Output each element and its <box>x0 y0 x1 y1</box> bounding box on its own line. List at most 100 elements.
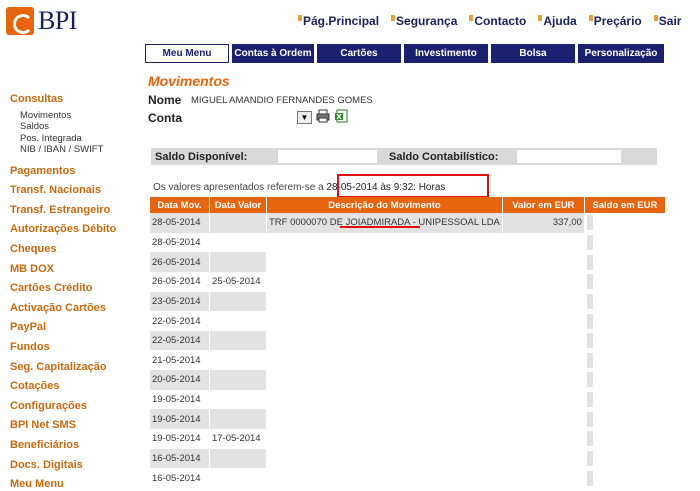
table-row[interactable]: 16-05-2014 <box>150 468 665 488</box>
top-link-ajuda[interactable]: Ajuda <box>538 14 577 28</box>
top-link-pagina-principal[interactable]: Pág.Principal <box>298 14 379 28</box>
sidebar-section-cheques[interactable]: Cheques <box>10 240 145 260</box>
table-row[interactable]: 22-05-2014 <box>150 330 665 351</box>
sidebar: Consultas Movimentos Saldos Pos. Integra… <box>10 90 145 491</box>
tab-meu-menu[interactable]: Meu Menu <box>145 44 229 63</box>
cell-saldo-eur <box>585 233 665 253</box>
sidebar-section-transf-nacionais[interactable]: Transf. Nacionais <box>10 181 145 201</box>
sidebar-section-transf-estrangeiro[interactable]: Transf. Estrangeiro <box>10 201 145 221</box>
tab-personalizacao[interactable]: Personalização <box>578 44 664 63</box>
cell-data-mov: 22-05-2014 <box>152 315 201 327</box>
cell-saldo-eur <box>585 429 665 449</box>
saldo-contabilistico-value <box>517 150 621 163</box>
table-row[interactable]: 19-05-2014 <box>150 390 665 410</box>
sidebar-section-mb-dox[interactable]: MB DOX <box>10 260 145 280</box>
page-title: Movimentos <box>148 73 230 89</box>
saldo-disponivel-value <box>278 150 377 163</box>
sidebar-section-paypal[interactable]: PayPal <box>10 318 145 338</box>
tab-contas-a-ordem[interactable]: Contas à Ordem <box>232 44 314 63</box>
nome-label: Nome <box>148 93 182 107</box>
table-row[interactable]: 21-05-2014 <box>150 350 665 370</box>
flag-icon <box>653 15 658 21</box>
sidebar-section-consultas[interactable]: Consultas <box>10 90 145 110</box>
cell-descricao <box>267 272 502 292</box>
cell-descricao <box>267 468 502 488</box>
cell-data-valor <box>210 291 266 312</box>
values-note-prefix: Os valores apresentados referem-se a <box>153 182 324 193</box>
header-valor-eur[interactable]: Valor em EUR <box>502 197 584 213</box>
top-link-sair[interactable]: Sair <box>653 14 681 28</box>
underline-marker <box>340 226 420 228</box>
cell-saldo-eur <box>585 390 665 410</box>
tab-bolsa[interactable]: Bolsa <box>491 44 575 63</box>
saldo-marker <box>586 470 593 486</box>
header-saldo-eur[interactable]: Saldo em EUR <box>584 197 665 213</box>
cell-saldo-eur <box>585 350 665 370</box>
bpi-logo[interactable]: BPI <box>6 6 77 36</box>
cell-data-mov: 19-05-2014 <box>150 409 209 430</box>
cell-saldo-eur <box>585 272 665 292</box>
sidebar-section-fundos[interactable]: Fundos <box>10 338 145 358</box>
sidebar-section-configuracoes[interactable]: Configurações <box>10 397 145 417</box>
cell-data-mov: 20-05-2014 <box>150 370 209 390</box>
tab-cartoes[interactable]: Cartões <box>317 44 401 63</box>
excel-export-icon[interactable] <box>335 109 349 123</box>
saldo-marker <box>586 372 593 388</box>
table-row[interactable]: 16-05-2014 <box>150 448 665 469</box>
cell-saldo-eur <box>585 331 665 351</box>
main-tabs: Meu Menu Contas à Ordem Cartões Investim… <box>145 44 664 63</box>
top-link-precario[interactable]: Preçário <box>588 14 642 28</box>
table-row[interactable]: 26-05-2014 25-05-2014 <box>150 272 665 292</box>
sidebar-section-seg-capitalizacao[interactable]: Seg. Capitalização <box>10 358 145 378</box>
cell-descricao <box>267 390 502 410</box>
sidebar-section-meu-menu[interactable]: Meu Menu <box>10 475 145 491</box>
saldo-marker <box>586 333 593 349</box>
sidebar-section-beneficiarios[interactable]: Beneficiários <box>10 436 145 456</box>
cell-valor-eur <box>503 292 584 312</box>
cell-data-valor <box>210 233 266 253</box>
header-data-mov[interactable]: Data Mov. <box>150 197 209 213</box>
header-data-valor[interactable]: Data Valor <box>210 197 266 213</box>
header-descricao[interactable]: Descrição do Movimento <box>267 197 502 213</box>
cell-data-mov: 19-05-2014 <box>152 433 201 445</box>
top-link-seguranca[interactable]: Segurança <box>391 14 457 28</box>
sidebar-section-autorizacoes-debito[interactable]: Autorizações Débito <box>10 220 145 240</box>
flag-icon <box>298 15 302 21</box>
sidebar-section-docs-digitais[interactable]: Docs. Digitais <box>10 456 145 476</box>
cell-data-mov: 16-05-2014 <box>152 472 201 484</box>
table-row[interactable]: 23-05-2014 <box>150 291 665 312</box>
cell-data-mov: 19-05-2014 <box>152 394 201 406</box>
tab-investimento[interactable]: Investimento <box>404 44 488 63</box>
cell-saldo-eur <box>585 252 665 272</box>
conta-select[interactable]: ▼ <box>297 111 312 124</box>
cell-data-mov: 22-05-2014 <box>150 330 209 351</box>
saldo-marker <box>586 234 593 250</box>
cell-data-valor <box>210 330 266 351</box>
table-row[interactable]: 19-05-2014 <box>150 409 665 430</box>
sidebar-item-nib-iban-swift[interactable]: NIB / IBAN / SWIFT <box>10 144 145 156</box>
cell-data-valor <box>210 350 266 370</box>
table-row[interactable]: 26-05-2014 <box>150 252 665 272</box>
cell-data-valor: 17-05-2014 <box>212 433 261 445</box>
table-row[interactable]: 19-05-2014 17-05-2014 <box>150 429 665 449</box>
table-row[interactable]: 28-05-2014 TRF 0000070 DE JOIADMIRADA - U… <box>150 213 665 233</box>
cell-data-mov: 28-05-2014 <box>152 236 201 248</box>
sidebar-section-bpi-net-sms[interactable]: BPI Net SMS <box>10 416 145 436</box>
saldo-marker <box>586 431 593 447</box>
sidebar-item-movimentos[interactable]: Movimentos <box>10 110 145 122</box>
sidebar-item-saldos[interactable]: Saldos <box>10 121 145 133</box>
cell-data-mov: 28-05-2014 <box>150 213 209 233</box>
top-link-contacto[interactable]: Contacto <box>469 14 526 28</box>
sidebar-section-cartoes-credito[interactable]: Cartões Crédito <box>10 279 145 299</box>
print-icon[interactable] <box>316 109 330 123</box>
sidebar-item-pos-integrada[interactable]: Pos. Integrada <box>10 133 145 145</box>
table-row[interactable]: 28-05-2014 <box>150 233 665 253</box>
table-row[interactable]: 22-05-2014 <box>150 311 665 331</box>
table-row[interactable]: 20-05-2014 <box>150 370 665 390</box>
sidebar-section-activacao-cartoes[interactable]: Activação Cartões <box>10 299 145 319</box>
sidebar-section-pagamentos[interactable]: Pagamentos <box>10 162 145 182</box>
cell-valor-eur <box>503 233 584 253</box>
saldo-contabilistico-label: Saldo Contabilístico: <box>389 151 499 163</box>
cell-descricao: TRF 0000070 DE JOIADMIRADA - UNIPESSOAL … <box>267 213 502 233</box>
sidebar-section-cotacoes[interactable]: Cotações <box>10 377 145 397</box>
